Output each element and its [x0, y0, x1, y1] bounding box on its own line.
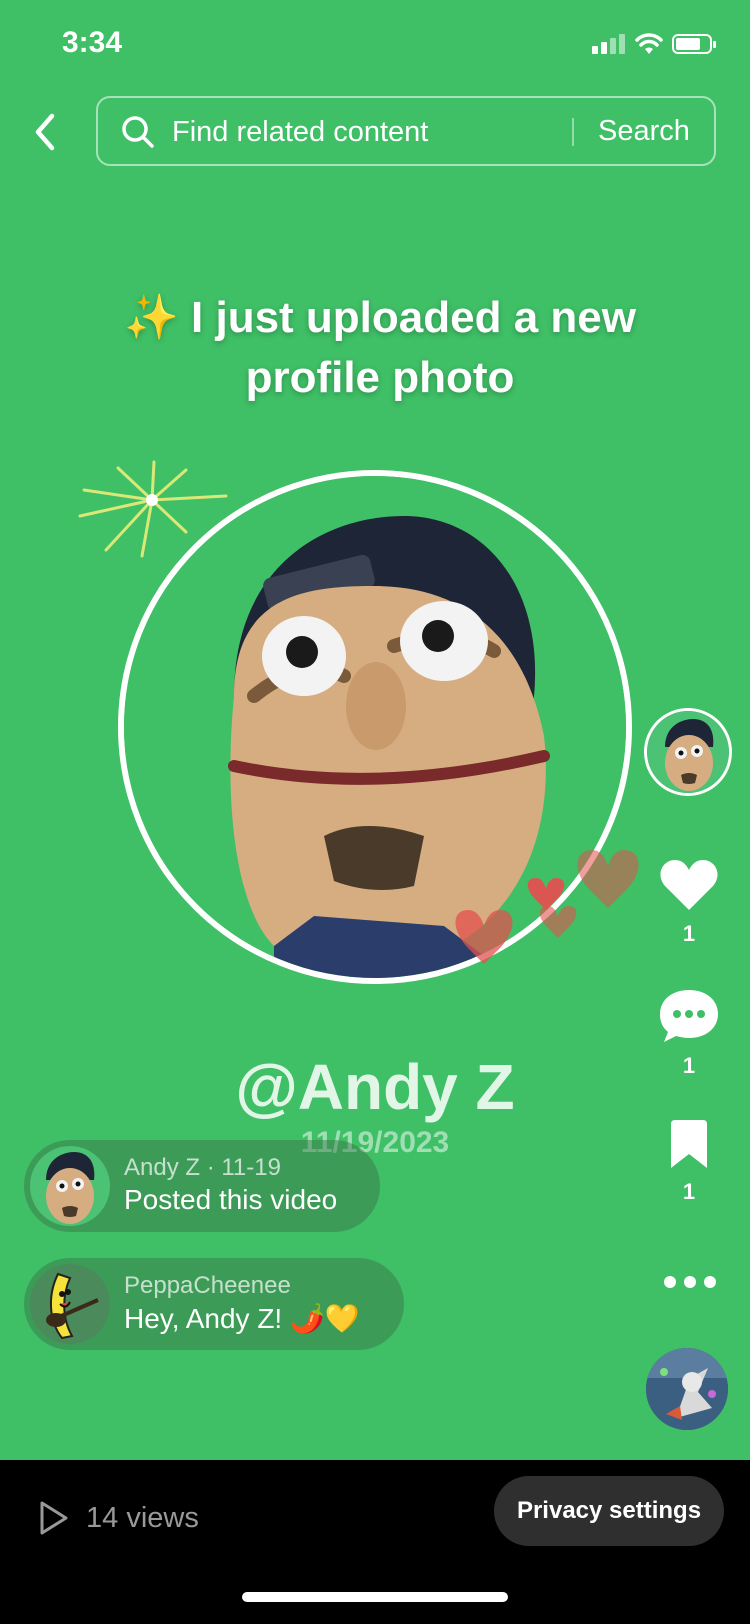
heart-icon	[660, 860, 718, 910]
video-caption: ✨ I just uploaded a new profile photo	[80, 288, 680, 408]
play-icon	[40, 1501, 68, 1535]
banana-avatar-image	[30, 1264, 110, 1344]
comment-item[interactable]: Andy Z · 11-19 Posted this video	[24, 1140, 380, 1232]
music-disc-image	[646, 1348, 728, 1430]
comment-item[interactable]: PeppaCheenee Hey, Andy Z! 🌶️💛	[24, 1258, 404, 1350]
video-screen[interactable]: 3:34 Find related content Search ✨ I jus…	[0, 0, 750, 1460]
search-bar[interactable]: Find related content Search	[96, 96, 716, 166]
search-input[interactable]: Find related content	[172, 116, 428, 149]
comment-avatar	[30, 1264, 110, 1344]
bookmark-icon	[671, 1120, 707, 1168]
home-indicator[interactable]	[242, 1592, 508, 1602]
comment-action[interactable]: 1	[652, 988, 726, 1079]
search-icon	[122, 116, 154, 148]
wifi-icon	[635, 33, 663, 54]
comment-bubble-icon	[660, 990, 718, 1042]
caption-line-2: profile photo	[245, 353, 515, 402]
creator-avatar[interactable]	[644, 708, 732, 796]
comment-author-meta: PeppaCheenee	[124, 1272, 291, 1299]
save-count: 1	[682, 1179, 696, 1204]
comment-text: Hey, Andy Z! 🌶️💛	[124, 1303, 360, 1334]
back-arrow-icon[interactable]	[28, 110, 64, 154]
signal-icon	[592, 34, 625, 54]
save-action[interactable]: 1	[652, 1120, 726, 1205]
creator-avatar-image	[647, 711, 729, 793]
comment-count: 1	[682, 1053, 696, 1078]
comment-author-meta: Andy Z · 11-19	[124, 1154, 281, 1181]
floating-hearts-icon	[455, 850, 639, 964]
sparkles-emoji: ✨	[124, 293, 179, 342]
more-options-icon[interactable]	[660, 1272, 720, 1292]
comment-avatar	[30, 1146, 110, 1226]
music-disc[interactable]	[646, 1348, 728, 1430]
status-bar: 3:34	[0, 0, 750, 90]
profile-username: @Andy Z	[235, 1051, 515, 1123]
andy-avatar-image	[30, 1146, 110, 1226]
battery-icon	[672, 34, 716, 54]
view-count-label: 14 views	[86, 1501, 199, 1534]
view-count: 14 views	[38, 1500, 199, 1536]
search-divider	[572, 118, 574, 146]
privacy-settings-button[interactable]: Privacy settings	[494, 1476, 724, 1546]
like-count: 1	[682, 921, 696, 946]
like-action[interactable]: 1	[652, 858, 726, 947]
status-time: 3:34	[62, 26, 123, 59]
comment-text: Posted this video	[124, 1184, 338, 1215]
bottom-bar: 14 views Privacy settings	[0, 1460, 750, 1624]
search-button[interactable]: Search	[598, 115, 690, 148]
caption-line-1: I just uploaded a new	[191, 293, 636, 342]
